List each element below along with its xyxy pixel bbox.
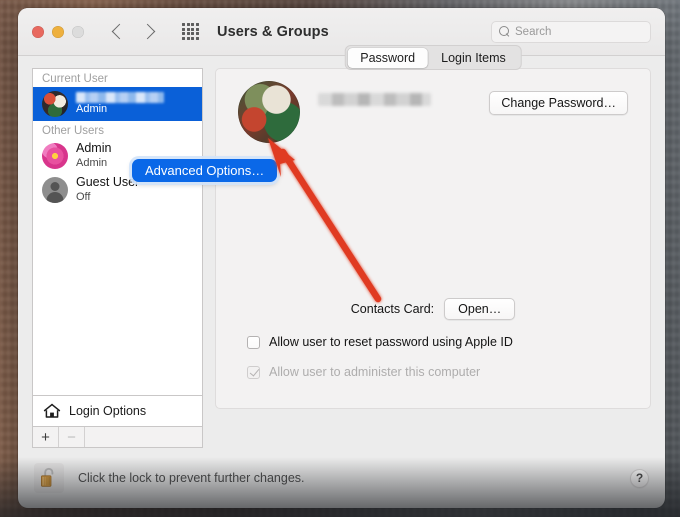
login-options-row[interactable]: Login Options xyxy=(32,395,203,426)
user-role: Off xyxy=(76,190,91,203)
avatar xyxy=(42,91,68,117)
show-all-grid-icon[interactable] xyxy=(182,23,199,40)
contacts-card-row: Contacts Card: Open… xyxy=(216,298,650,320)
redacted-user-name xyxy=(76,91,164,103)
search-field[interactable]: Search xyxy=(491,20,651,43)
home-icon xyxy=(43,403,61,419)
menu-item-advanced-options[interactable]: Advanced Options… xyxy=(132,159,278,182)
toolbar-filler xyxy=(85,427,202,447)
remove-user-button: − xyxy=(59,427,85,447)
users-and-groups-window: Users & Groups Search Current User Admin xyxy=(18,8,665,508)
add-user-button[interactable]: + xyxy=(33,427,59,447)
sidebar: Current User Admin Other Users Admin Adm… xyxy=(32,68,203,448)
checkbox-reset-password[interactable] xyxy=(247,335,260,349)
navigation-buttons xyxy=(110,23,158,41)
group-header-current-user: Current User xyxy=(42,73,108,85)
lock-button[interactable] xyxy=(34,463,64,493)
checkbox-reset-password-row[interactable]: Allow user to reset password using Apple… xyxy=(247,335,513,349)
group-header-other-users: Other Users xyxy=(42,125,104,137)
help-button[interactable]: ? xyxy=(630,468,649,488)
user-name: Admin xyxy=(76,141,112,156)
unlocked-padlock-icon xyxy=(41,467,54,487)
user-row-text: Admin Admin xyxy=(76,141,111,170)
tab-password[interactable]: Password xyxy=(347,47,429,68)
user-role: Admin xyxy=(76,156,108,169)
account-header: Change Password… xyxy=(216,69,650,143)
checkbox-administer-row: Allow user to administer this computer xyxy=(247,365,480,379)
lock-message: Click the lock to prevent further change… xyxy=(78,471,305,485)
open-contacts-card-button[interactable]: Open… xyxy=(444,298,516,320)
user-role: Admin xyxy=(76,102,108,115)
avatar xyxy=(42,177,68,203)
search-icon xyxy=(499,26,510,37)
change-password-button[interactable]: Change Password… xyxy=(489,91,628,115)
tab-bar: Password Login Items xyxy=(344,45,522,70)
back-chevron-icon[interactable] xyxy=(110,23,126,41)
account-avatar[interactable] xyxy=(238,81,300,143)
window-titlebar: Users & Groups Search xyxy=(18,8,665,56)
user-name: Guest User xyxy=(76,175,140,190)
page-title: Users & Groups xyxy=(217,23,329,40)
user-list-toolbar: + − xyxy=(32,426,203,448)
search-placeholder: Search xyxy=(515,25,552,38)
user-row-text: Guest User Off xyxy=(76,175,139,204)
window-body: Current User Admin Other Users Admin Adm… xyxy=(18,45,665,448)
user-list: Current User Admin Other Users Admin Adm… xyxy=(32,68,203,395)
user-row-current[interactable]: Admin xyxy=(33,87,202,121)
checkbox-administer-computer-label: Allow user to administer this computer xyxy=(269,365,481,379)
redacted-account-name xyxy=(318,93,431,106)
traffic-light-buttons xyxy=(32,25,84,38)
forward-chevron-icon[interactable] xyxy=(142,23,158,41)
contacts-card-label: Contacts Card: xyxy=(350,302,435,316)
user-row-text: Admin xyxy=(76,91,164,117)
password-panel: Password Login Items Change Password… Co… xyxy=(215,45,651,409)
zoom-button[interactable] xyxy=(72,25,84,38)
minimize-button[interactable] xyxy=(52,25,64,38)
avatar xyxy=(42,143,68,169)
close-button[interactable] xyxy=(32,25,44,38)
login-options-label: Login Options xyxy=(69,404,147,418)
desktop-background: Users & Groups Search Current User Admin xyxy=(0,0,680,517)
tab-login-items[interactable]: Login Items xyxy=(428,48,519,68)
checkbox-administer-computer xyxy=(247,365,260,379)
window-footer: Click the lock to prevent further change… xyxy=(18,448,665,508)
checkbox-reset-password-label: Allow user to reset password using Apple… xyxy=(269,335,513,349)
